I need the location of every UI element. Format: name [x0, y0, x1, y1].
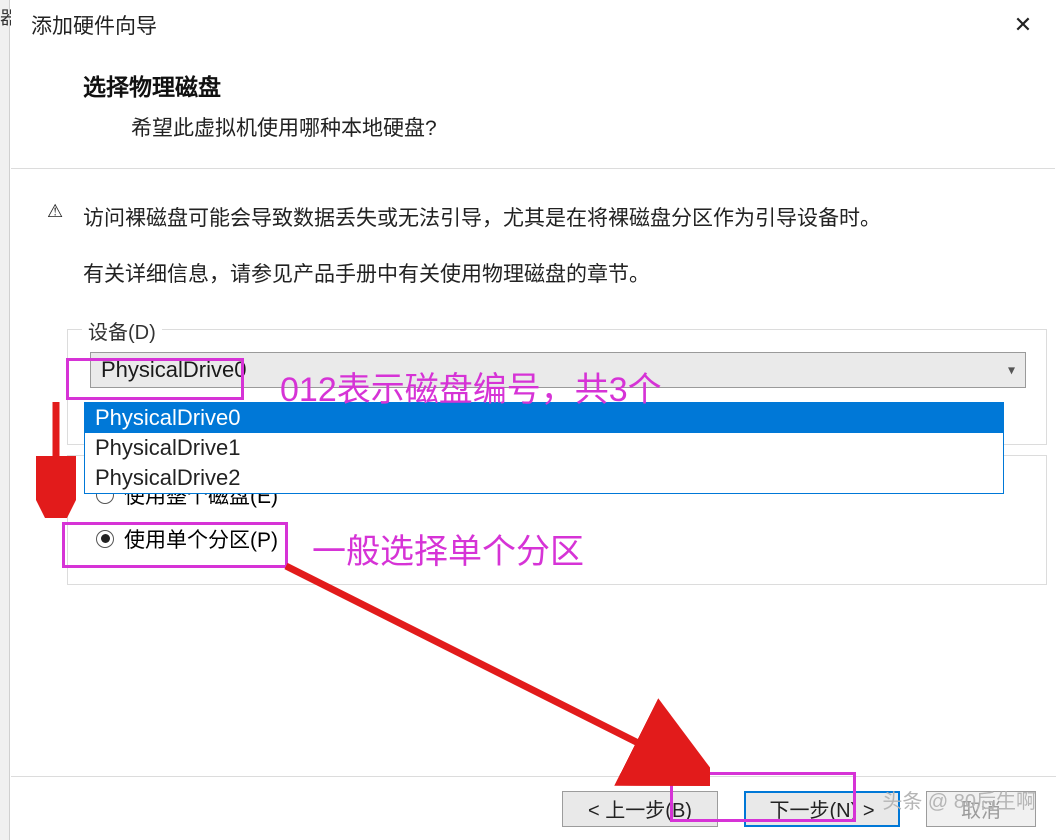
wizard-content: ⚠ 访问裸磁盘可能会导致数据丢失或无法引导，尤其是在将裸磁盘分区作为引导设备时。…	[11, 169, 1055, 585]
warning-text: 访问裸磁盘可能会导致数据丢失或无法引导，尤其是在将裸磁盘分区作为引导设备时。 有…	[83, 199, 1031, 295]
dropdown-item[interactable]: PhysicalDrive0	[85, 403, 1003, 433]
watermark-text: 头条 @ 80后生啊	[882, 785, 1036, 814]
warning-line-1: 访问裸磁盘可能会导致数据丢失或无法引导，尤其是在将裸磁盘分区作为引导设备时。	[83, 199, 1031, 239]
page-subheading: 希望此虚拟机使用哪种本地硬盘?	[131, 112, 1015, 142]
device-legend: 设备(D)	[82, 316, 162, 345]
chevron-down-icon: ▾	[1008, 361, 1015, 378]
next-button[interactable]: 下一步(N) >	[744, 791, 900, 827]
back-button[interactable]: < 上一步(B)	[562, 791, 718, 827]
background-window-sliver: 器	[0, 0, 10, 840]
device-combobox[interactable]: PhysicalDrive0 ▾	[90, 352, 1026, 388]
radio-single-label: 使用单个分区(P)	[124, 524, 278, 554]
device-selected-value: PhysicalDrive0	[101, 357, 247, 383]
dropdown-item[interactable]: PhysicalDrive2	[85, 463, 1003, 493]
warning-block: ⚠ 访问裸磁盘可能会导致数据丢失或无法引导，尤其是在将裸磁盘分区作为引导设备时。…	[47, 199, 1031, 295]
wizard-header: 选择物理磁盘 希望此虚拟机使用哪种本地硬盘?	[11, 50, 1055, 169]
close-icon: ✕	[1014, 12, 1032, 38]
warning-line-2: 有关详细信息，请参见产品手册中有关使用物理磁盘的章节。	[83, 255, 1031, 295]
device-dropdown-list[interactable]: PhysicalDrive0 PhysicalDrive1 PhysicalDr…	[84, 402, 1004, 494]
titlebar: 添加硬件向导 ✕	[11, 0, 1055, 50]
page-heading: 选择物理磁盘	[83, 68, 1015, 102]
dropdown-item[interactable]: PhysicalDrive1	[85, 433, 1003, 463]
radio-icon	[96, 530, 114, 548]
window-title: 添加硬件向导	[31, 10, 1003, 40]
warning-icon: ⚠	[47, 199, 69, 295]
radio-single-partition[interactable]: 使用单个分区(P)	[90, 524, 1024, 554]
close-button[interactable]: ✕	[1003, 5, 1043, 45]
